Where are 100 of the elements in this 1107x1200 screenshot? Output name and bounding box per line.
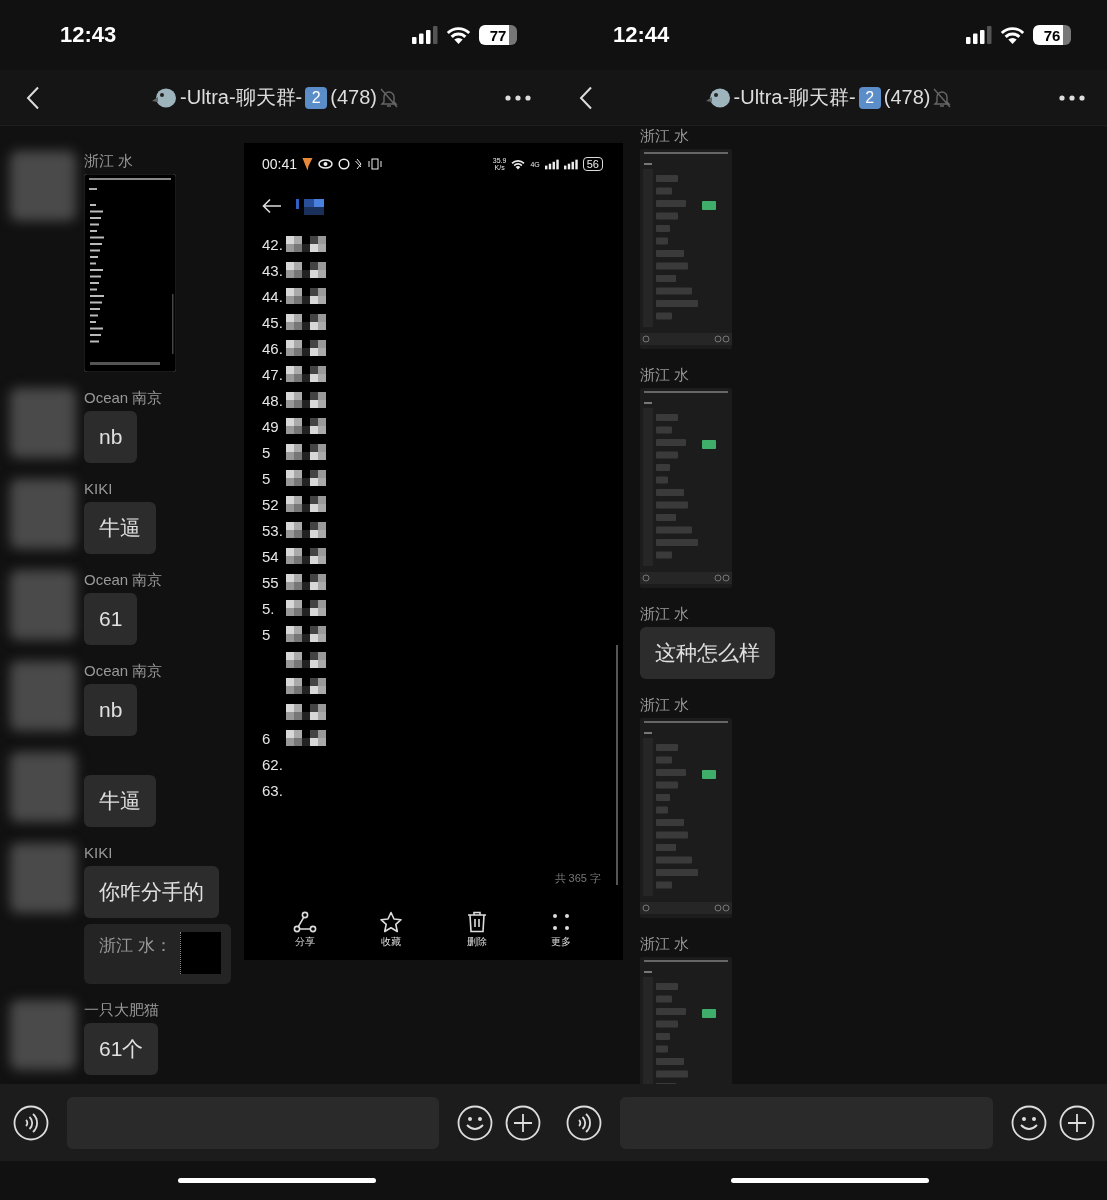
toolbar-button[interactable]: 删除 (459, 910, 494, 950)
pixelated-text (286, 366, 326, 382)
chat-screenshot-thumbnail[interactable] (640, 149, 732, 349)
pixelated-text (286, 704, 326, 720)
avatar-placeholder[interactable] (10, 661, 76, 731)
list-number: 44. (262, 287, 284, 305)
pixelated-text (286, 392, 326, 408)
pixelated-text (286, 444, 326, 460)
list-number: 5 (262, 469, 272, 487)
bird-icon (704, 86, 731, 109)
quote-sender: 浙江 水： (99, 935, 172, 957)
list-number: 49 (262, 417, 280, 435)
bluetooth-icon (355, 158, 364, 170)
back-arrow-icon (262, 198, 282, 214)
toolbar-button[interactable]: 收藏 (373, 910, 410, 950)
bird-icon (151, 86, 178, 109)
pixelated-text (286, 574, 326, 590)
sender-name: Ocean 南京 (84, 570, 163, 590)
avatar-placeholder[interactable] (10, 388, 76, 458)
status-time: 12:44 (613, 22, 670, 48)
list-number: 46. (262, 339, 284, 357)
sender-name: KIKI (84, 479, 113, 499)
trash-icon (465, 911, 488, 933)
sender-name: 浙江 水 (640, 365, 690, 385)
message-bubble: nb (84, 411, 138, 463)
add-button[interactable] (505, 1104, 541, 1141)
sender-name: 浙江 水 (640, 695, 690, 715)
add-button[interactable] (1059, 1104, 1095, 1141)
voice-icon (13, 1104, 49, 1141)
message-bubble: 61 (84, 593, 138, 645)
pixelated-text (286, 314, 326, 330)
list-number: 54 (262, 547, 280, 565)
toolbar-button[interactable]: 更多 (543, 910, 578, 950)
member-count: (478) (330, 86, 377, 109)
sender-name: Ocean 南京 (84, 388, 163, 408)
signal-icon (544, 158, 559, 170)
signal-icon (563, 158, 578, 170)
number-badge: 2 (305, 86, 328, 109)
quoted-image-thumbnail (179, 932, 221, 974)
pixelated-text (286, 652, 326, 668)
chat-title: -Ultra-聊天群- (733, 85, 856, 110)
voice-icon (566, 1104, 602, 1141)
list-number: 42. (262, 235, 284, 253)
list-number: 45. (262, 313, 284, 331)
list-number: 48. (262, 391, 284, 409)
sender-name: 浙江 水 (640, 126, 690, 146)
pixelated-text (286, 288, 326, 304)
avatar-placeholder[interactable] (10, 570, 76, 640)
pixelated-text (286, 522, 326, 538)
back-icon (26, 85, 40, 110)
battery-indicator: 56 (582, 157, 603, 171)
avatar-placeholder[interactable] (10, 752, 76, 822)
message-bubble: 牛逼 (84, 502, 156, 554)
avatar-placeholder[interactable] (10, 843, 76, 913)
sender-name: 浙江 水 (84, 151, 134, 171)
toolbar-button[interactable]: 分享 (287, 910, 324, 950)
pixelated-text (286, 236, 326, 252)
pixelated-text (286, 730, 326, 746)
voice-button[interactable] (566, 1104, 602, 1141)
wifi-icon (446, 26, 471, 44)
avatar-placeholder[interactable] (10, 1000, 76, 1070)
back-icon (579, 85, 593, 110)
sender-name: KIKI (84, 843, 113, 863)
quoted-message[interactable]: 浙江 水： (84, 924, 231, 984)
signal-icon (966, 26, 992, 44)
pixelated-text (286, 418, 326, 434)
message-bubble: 你咋分手的 (84, 866, 219, 918)
plus-icon (505, 1104, 541, 1141)
chat-screenshot-thumbnail[interactable] (640, 718, 732, 918)
list-number: 6 (262, 729, 272, 747)
emoji-button[interactable] (1011, 1104, 1047, 1141)
more-icon (505, 94, 531, 101)
voice-button[interactable] (13, 1104, 49, 1141)
smiley-icon (457, 1104, 493, 1141)
wifi-icon (511, 158, 526, 170)
avatar-placeholder[interactable] (10, 151, 76, 221)
battery-indicator: 76 (1033, 25, 1071, 45)
pixelated-text (286, 340, 326, 356)
number-badge: 2 (858, 86, 881, 109)
sender-name: 一只大肥猫 (84, 1000, 159, 1020)
screenshot-thumbnail[interactable] (84, 174, 176, 372)
share-icon (293, 911, 318, 933)
chat-screenshot-thumbnail[interactable] (640, 388, 732, 588)
more-icon (1059, 94, 1085, 101)
list-number: 53. (262, 521, 284, 539)
emoji-button[interactable] (457, 1104, 493, 1141)
wifi-icon (1000, 26, 1025, 44)
list-number: 47. (262, 365, 284, 383)
member-count: (478) (883, 86, 931, 109)
sender-name: 浙江 水 (640, 934, 690, 954)
list-number: 52 (262, 495, 280, 513)
avatar-placeholder[interactable] (10, 479, 76, 549)
list-number: 5 (262, 625, 272, 643)
pixelated-text (286, 548, 326, 564)
word-count: 共 365 字 (554, 871, 601, 886)
pixelated-text (286, 626, 326, 642)
status-time: 12:43 (60, 22, 117, 48)
chat-title: -Ultra-聊天群- (180, 85, 303, 110)
sender-name: 浙江 水 (640, 604, 690, 624)
battery-indicator: 77 (479, 25, 517, 45)
